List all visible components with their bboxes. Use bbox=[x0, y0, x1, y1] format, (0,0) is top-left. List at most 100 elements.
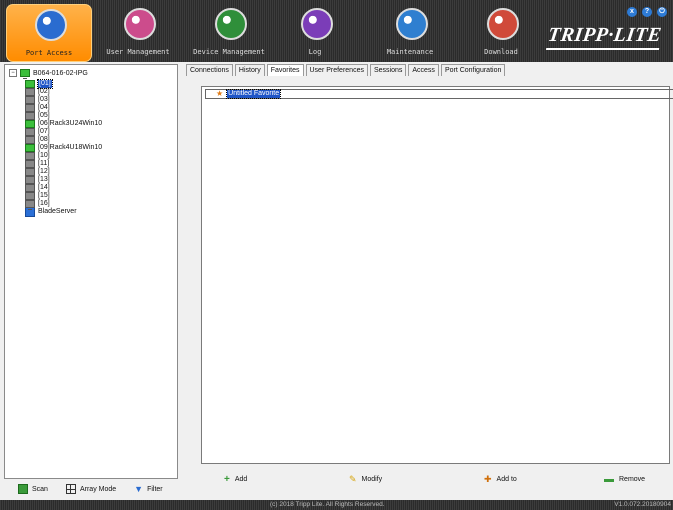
tree-item[interactable]: [15] bbox=[25, 192, 102, 202]
tree-item[interactable]: [08] bbox=[25, 136, 102, 146]
tree-item[interactable]: [07] bbox=[25, 128, 102, 138]
nav-item-log[interactable]: Log bbox=[275, 4, 355, 60]
nav-item-device-management[interactable]: Device Management bbox=[185, 4, 273, 60]
content-pane: Connections History Favorites User Preferen… bbox=[184, 64, 673, 494]
brand-logo: TRIPP·LITE bbox=[546, 24, 663, 46]
nav-label: Device Management bbox=[193, 48, 265, 56]
tree-item[interactable]: [02] bbox=[25, 88, 102, 98]
computer-icon bbox=[25, 184, 35, 194]
tree-item-label: [02] bbox=[38, 88, 50, 95]
tree-item[interactable]: [12] bbox=[25, 168, 102, 178]
filter-button[interactable]: ▼ Filter bbox=[134, 484, 162, 494]
maintenance-icon bbox=[396, 8, 428, 40]
main-area: − B064-016-02-IPG [01] [02] [03] [04] [05] [0… bbox=[0, 62, 673, 500]
add-button[interactable]: + Add bbox=[224, 474, 247, 485]
filter-icon: ▼ bbox=[134, 484, 144, 494]
tab-sessions[interactable]: Sessions bbox=[369, 64, 407, 76]
array-mode-label: Array Mode bbox=[79, 485, 117, 493]
plus-icon: + bbox=[224, 474, 230, 485]
tree-item[interactable]: [16] bbox=[25, 200, 102, 210]
favorite-item[interactable]: ★ Untitled Favorite bbox=[205, 89, 673, 99]
port-tree: [01] [02] [03] [04] [05] [06]Rack3U24Win10 [07… bbox=[25, 79, 103, 217]
computer-icon bbox=[25, 168, 35, 178]
tree-item[interactable]: [09]Rack4U18Win10 bbox=[25, 144, 103, 154]
minus-icon: ▬ bbox=[604, 474, 614, 485]
tree-item-label: [16] bbox=[38, 200, 50, 207]
tree-item[interactable]: [04] bbox=[25, 104, 102, 114]
close-icon[interactable]: x bbox=[627, 7, 637, 17]
copyright-text: (c) 2018 Tripp Lite. All Rights Reserved… bbox=[270, 501, 385, 508]
computer-icon bbox=[25, 160, 35, 170]
tree-item-label: [03] bbox=[38, 96, 50, 103]
help-icon[interactable]: ? bbox=[642, 7, 652, 17]
tree-item-label: [14] bbox=[38, 184, 50, 191]
tab-bar: Connections History Favorites User Preferen… bbox=[186, 64, 507, 76]
scan-button[interactable]: Scan bbox=[18, 484, 48, 494]
computer-icon bbox=[25, 120, 35, 130]
computer-icon bbox=[25, 88, 35, 98]
computer-icon bbox=[25, 96, 35, 106]
grid-icon bbox=[65, 484, 76, 494]
add-to-label: Add to bbox=[496, 476, 517, 483]
favorite-label: Untitled Favorite bbox=[226, 89, 282, 99]
add-label: Add bbox=[234, 476, 248, 483]
computer-icon bbox=[25, 176, 35, 186]
device-management-icon bbox=[215, 8, 247, 40]
tab-user-preferences[interactable]: User Preferences bbox=[305, 64, 368, 76]
tree-item-label: [04] bbox=[38, 104, 50, 111]
tree-item[interactable]: [13] bbox=[25, 176, 102, 186]
star-plus-icon: ✚ bbox=[484, 474, 492, 484]
tree-item[interactable]: BladeServer bbox=[25, 207, 102, 217]
array-mode-button[interactable]: Array Mode bbox=[65, 484, 117, 494]
tab-access[interactable]: Access bbox=[408, 64, 439, 76]
tree-item-label: [05] bbox=[38, 112, 50, 119]
collapse-icon[interactable]: − bbox=[9, 69, 17, 77]
nav-item-maintenance[interactable]: Maintenance bbox=[370, 4, 450, 60]
tree-item-label: [09]Rack4U18Win10 bbox=[38, 144, 103, 151]
tree-item-label: [13] bbox=[38, 176, 50, 183]
nav-item-port-access[interactable]: Port Access bbox=[6, 4, 92, 62]
remove-label: Remove bbox=[619, 476, 646, 483]
computer-icon bbox=[25, 104, 35, 114]
tree-item[interactable]: [03] bbox=[25, 96, 102, 106]
tab-connections[interactable]: Connections bbox=[186, 64, 233, 76]
tree-item[interactable]: [05] bbox=[25, 112, 102, 122]
remove-button[interactable]: ▬ Remove bbox=[604, 474, 645, 485]
tree-item[interactable]: [06]Rack3U24Win10 bbox=[25, 120, 103, 130]
tree-item-label: BladeServer bbox=[38, 208, 77, 215]
modify-button[interactable]: ✎ Modify bbox=[349, 474, 382, 485]
tree-item-label: [10] bbox=[38, 152, 50, 159]
tab-favorites[interactable]: Favorites bbox=[266, 64, 304, 76]
nav-label: Download bbox=[484, 48, 518, 56]
device-tree-pane: − B064-016-02-IPG [01] [02] [03] [04] [05] [0… bbox=[4, 64, 178, 479]
scan-icon bbox=[18, 484, 28, 494]
add-to-button[interactable]: ✚ Add to bbox=[484, 474, 517, 485]
computer-icon bbox=[25, 152, 35, 162]
version-text: V1.0.072.20180904 bbox=[614, 501, 671, 508]
tree-item[interactable]: [10] bbox=[25, 152, 102, 162]
tree-item-label: [06]Rack3U24Win10 bbox=[38, 120, 103, 127]
logout-icon[interactable]: ⏻ bbox=[657, 7, 667, 17]
tree-item-label: [15] bbox=[38, 192, 50, 199]
tab-history[interactable]: History bbox=[234, 64, 265, 76]
tree-item-label: [11] bbox=[38, 160, 50, 167]
filter-label: Filter bbox=[147, 485, 163, 493]
tree-item[interactable]: [14] bbox=[25, 184, 102, 194]
tree-item-label: [12] bbox=[38, 168, 50, 175]
nav-item-download[interactable]: Download bbox=[460, 4, 542, 60]
tree-item-label: [08] bbox=[38, 136, 50, 143]
tree-root[interactable]: − B064-016-02-IPG bbox=[9, 69, 88, 79]
nav-item-user-management[interactable]: User Management bbox=[93, 4, 183, 60]
tree-item[interactable]: [01] bbox=[25, 79, 102, 90]
tree-item[interactable]: [11] bbox=[25, 160, 102, 170]
modify-label: Modify bbox=[361, 476, 383, 483]
device-icon bbox=[20, 69, 30, 79]
favorites-actions: + Add ✎ Modify ✚ Add to ▬ Remove bbox=[184, 474, 670, 488]
computer-icon bbox=[25, 144, 35, 154]
computer-icon bbox=[25, 112, 35, 122]
tab-port-configuration[interactable]: Port Configuration bbox=[440, 64, 506, 76]
tree-item-label: [01] bbox=[37, 79, 53, 89]
top-nav-bar: Port Access User Management Device Managem… bbox=[0, 0, 673, 62]
star-icon: ★ bbox=[216, 89, 224, 98]
status-bar: (c) 2018 Tripp Lite. All Rights Reserved… bbox=[0, 500, 673, 510]
